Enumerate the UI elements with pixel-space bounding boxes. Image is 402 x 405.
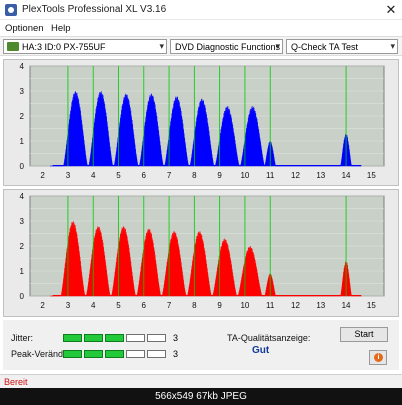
peak-label: Peak-Veränd: [11,349,66,359]
drive-select[interactable]: HA:3 ID:0 PX-755UF ▾ [3,39,167,54]
chevron-down-icon: ▾ [275,41,280,51]
x-tick-label: 4 [91,171,96,180]
chevron-down-icon: ▾ [390,41,395,51]
close-button[interactable]: ✕ [384,3,398,17]
peak-segment [63,350,82,358]
x-tick-label: 14 [342,171,351,180]
info-button[interactable]: i [369,350,387,365]
peak-chart: 432102 3 4 5 6 7 8 9 10 11 12 13 14 15 [20,192,385,310]
menu-optionen[interactable]: Optionen [5,23,44,34]
bottom-chart-panel: 4 3 2 1 0 2 3 4 5 6 7 8 9 10 11 12 13 14 15 [3,189,399,317]
x-tick-label: 15 [367,301,376,310]
function-select[interactable]: DVD Diagnostic Functions ▾ [170,39,283,54]
y-tick-label: 0 [20,162,25,171]
jitter-segment [126,334,145,342]
menu-help[interactable]: Help [51,23,71,34]
x-tick-label: 11 [266,301,275,310]
y-tick-label: 0 [20,292,25,301]
y-tick-label: 3 [20,87,25,96]
y-tick-label: 1 [20,137,25,146]
peak-value: 3 [173,349,179,359]
x-tick-label: 2 [40,301,45,310]
y-tick-label: 1 [20,267,25,276]
x-tick-label: 5 [116,171,121,180]
jitter-segment [84,334,103,342]
x-tick-label: 14 [342,301,351,310]
test-select[interactable]: Q-Check TA Test ▾ [286,39,398,54]
x-tick-label: 9 [217,301,222,310]
drive-icon [7,42,19,51]
ta-quality-label: TA-Qualitätsanzeige: [227,333,311,343]
x-tick-label: 15 [367,171,376,180]
status-bar: Bereit [0,374,402,388]
x-tick-label: 11 [266,171,275,180]
app-icon [5,4,17,16]
y-tick-label: 2 [20,242,25,251]
x-tick-label: 3 [66,301,71,310]
x-tick-label: 3 [66,171,71,180]
peak-segment [147,350,166,358]
start-button[interactable]: Start [340,327,388,342]
y-tick-label: 4 [20,62,25,71]
x-tick-label: 5 [116,301,121,310]
x-tick-label: 7 [167,171,172,180]
y-tick-label: 3 [20,217,25,226]
x-tick-label: 13 [316,171,325,180]
jitter-value: 3 [173,333,179,343]
menu-bar: Optionen Help [0,20,402,36]
y-tick-label: 2 [20,112,25,121]
jitter-segment [63,334,82,342]
peak-segment [105,350,124,358]
test-select-value: Q-Check TA Test [291,42,359,52]
x-tick-label: 9 [217,171,222,180]
x-tick-label: 8 [192,171,197,180]
peak-segment [126,350,145,358]
window-title: PlexTools Professional XL V3.16 [22,4,167,15]
x-tick-label: 4 [91,301,96,310]
x-tick-label: 6 [142,171,147,180]
x-tick-label: 12 [291,301,300,310]
drive-select-value: HA:3 ID:0 PX-755UF [22,42,106,52]
function-select-value: DVD Diagnostic Functions [175,42,281,52]
jitter-segment [105,334,124,342]
x-tick-label: 6 [142,301,147,310]
ta-quality-result: Gut [252,345,270,356]
jitter-chart: 432102 3 4 5 6 7 8 9 10 11 12 13 14 15 [20,62,385,180]
x-tick-label: 10 [240,171,249,180]
chevron-down-icon: ▾ [159,41,164,51]
y-tick-label: 4 [20,192,25,201]
x-tick-label: 10 [240,301,249,310]
jitter-segment [147,334,166,342]
jitter-meter [63,334,173,343]
jitter-label: Jitter: [11,333,34,343]
x-tick-label: 8 [192,301,197,310]
toolbar: HA:3 ID:0 PX-755UF ▾ DVD Diagnostic Func… [0,36,402,56]
peak-segment [84,350,103,358]
x-tick-label: 12 [291,171,300,180]
x-tick-label: 2 [40,171,45,180]
x-tick-label: 7 [167,301,172,310]
x-tick-label: 13 [316,301,325,310]
info-icon: i [374,353,383,362]
image-caption: 566x549 67kb JPEG [0,388,402,405]
peak-meter [63,350,173,359]
title-bar: PlexTools Professional XL V3.16 ✕ [0,0,402,20]
top-chart-panel: 4 3 2 1 0 2 3 4 5 6 7 8 9 10 11 12 13 14 15 [3,59,399,186]
status-text: Bereit [4,377,28,387]
